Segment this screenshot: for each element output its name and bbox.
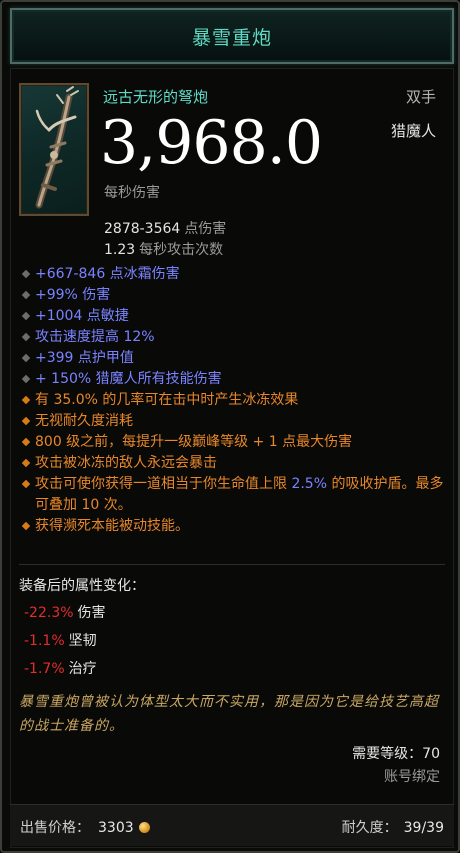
attack-speed-value: 1.23 (104, 242, 136, 258)
primary-bullet-icon (19, 264, 33, 279)
stat-change-row: -1.1% 坚韧 (24, 630, 97, 650)
affix-list: +667-846 点冰霜伤害 +99% 伤害 +1004 点敏捷 攻击速度提高 … (19, 264, 449, 537)
legendary-bullet-icon (19, 453, 33, 468)
durability: 耐久度： 39/39 (342, 817, 444, 837)
attack-speed-label: 每秒攻击次数 (139, 242, 224, 258)
affix-text: +1004 点敏捷 (35, 308, 129, 324)
primary-bullet-icon (19, 306, 33, 321)
affix-text: 800 级之前，每提升一级巅峰等级 + 1 点最大伤害 (35, 434, 353, 450)
affix-text: +399 点护甲值 (35, 350, 134, 366)
legendary-bullet-icon (19, 432, 33, 447)
legendary-power-value: 2.5% (291, 476, 328, 492)
affix-row: 攻击速度提高 12% (19, 327, 449, 348)
stat-changes-title: 装备后的属性变化： (19, 578, 145, 594)
gold-coin-icon (138, 822, 150, 833)
stat-change-value: -1.1% (24, 633, 65, 649)
attack-speed-line: 1.23 每秒攻击次数 (104, 239, 223, 259)
primary-bullet-icon (19, 285, 33, 300)
level-requirement: 需要等级：70 (352, 746, 440, 762)
damage-range-line: 2878-3564 点伤害 (104, 218, 226, 238)
legendary-bullet-icon (19, 474, 33, 489)
affix-row: + 150% 猎魔人所有技能伤害 (19, 369, 449, 390)
sell-price-value: 3303 (98, 820, 134, 836)
legendary-bullet-icon (19, 516, 33, 531)
stat-change-row: -1.7% 治疗 (24, 658, 97, 678)
item-name: 暴雪重炮 (191, 26, 272, 49)
stat-change-value: -22.3% (24, 605, 74, 621)
affix-text: 获得濒死本能被动技能。 (35, 518, 189, 534)
divider (19, 564, 445, 565)
affix-row: 攻击被冰冻的敌人永远会暴击 (19, 453, 449, 474)
affix-text: 攻击速度提高 12% (35, 329, 155, 345)
item-slot: 双手 (405, 88, 436, 106)
primary-bullet-icon (19, 327, 33, 342)
affix-text: 无视耐久度消耗 (35, 413, 133, 429)
sell-price-label: 出售价格： (20, 820, 90, 836)
affix-row: +99% 伤害 (19, 285, 449, 306)
binding-status: 账号绑定 (384, 769, 440, 785)
damage-range-label: 点伤害 (184, 221, 227, 237)
dps-label: 每秒伤害 (104, 185, 160, 201)
stat-change-label: 坚韧 (68, 633, 97, 649)
affix-text: +99% 伤害 (35, 287, 111, 303)
stat-change-row: -22.3% 伤害 (24, 602, 106, 622)
durability-value: 39/39 (403, 820, 444, 836)
affix-row: 有 35.0% 的几率可在击中时产生冰冻效果 (19, 390, 449, 411)
tooltip-footer: 出售价格： 3303 耐久度： 39/39 (10, 804, 454, 846)
dps-value: 3,968.0 (100, 108, 323, 178)
flavor-text: 暴雪重炮曾被认为体型太大而不实用，那是因为它是给技艺高超的战士准备的。 (19, 694, 439, 734)
affix-text: +667-846 点冰霜伤害 (35, 266, 180, 282)
affix-row: 获得濒死本能被动技能。 (19, 516, 449, 537)
durability-label: 耐久度： (341, 820, 398, 836)
item-title-bar: 暴雪重炮 (10, 8, 454, 64)
sell-price: 出售价格： 3303 (20, 817, 150, 837)
affix-row: +399 点护甲值 (19, 348, 449, 369)
affix-row: 800 级之前，每提升一级巅峰等级 + 1 点最大伤害 (19, 432, 449, 453)
affix-text: 有 35.0% 的几率可在击中时产生冰冻效果 (35, 392, 299, 408)
damage-range-value: 2878-3564 (104, 221, 181, 237)
crossbow-icon (35, 86, 79, 209)
primary-bullet-icon (19, 348, 33, 363)
stat-change-value: -1.7% (24, 661, 65, 677)
affix-text: 攻击被冰冻的敌人永远会暴击 (35, 455, 217, 471)
item-type: 远古无形的弩炮 (103, 88, 209, 106)
item-tooltip: 暴雪重炮 远古无形的弩炮 双手 猎魔人 3,968.0 每秒伤害 2878-35… (0, 0, 460, 853)
affix-row: 无视耐久度消耗 (19, 411, 449, 432)
legendary-bullet-icon (19, 411, 33, 426)
primary-bullet-icon (19, 369, 33, 384)
stat-change-label: 治疗 (68, 661, 97, 677)
affix-text: + 150% 猎魔人所有技能伤害 (35, 371, 222, 387)
legendary-power-text: 攻击可使你获得一道相当于你生命值上限 2.5% 的吸收护盾。最多可叠加 10 次… (35, 476, 444, 513)
affix-row: +1004 点敏捷 (19, 306, 449, 327)
item-class-restriction: 猎魔人 (390, 122, 436, 140)
legendary-bullet-icon (19, 390, 33, 405)
item-icon-frame (19, 83, 89, 216)
affix-row: +667-846 点冰霜伤害 (19, 264, 449, 285)
stat-change-label: 伤害 (77, 605, 106, 621)
affix-row: 攻击可使你获得一道相当于你生命值上限 2.5% 的吸收护盾。最多可叠加 10 次… (19, 474, 449, 516)
